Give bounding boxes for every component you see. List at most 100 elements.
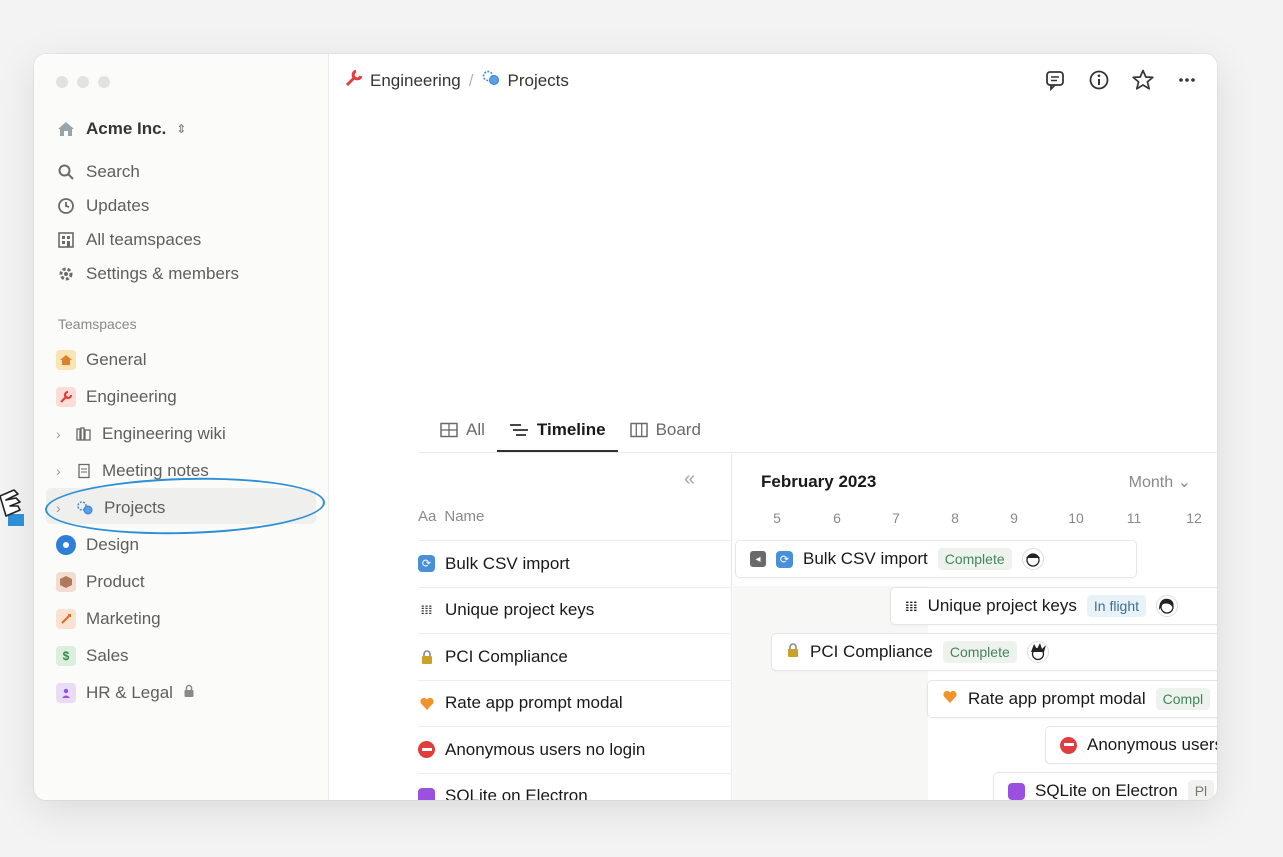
sidebar-item-label: Updates [86,196,150,215]
comment-icon[interactable] [1043,68,1067,92]
maximize-window-button[interactable] [98,76,110,88]
table-row[interactable]: SQLite on Electron [418,772,732,800]
sidebar-item-search[interactable]: Search [56,159,140,185]
avatar [1021,548,1044,570]
breadcrumb-current[interactable]: Projects [507,71,568,91]
page-actions [1043,68,1199,92]
lock-icon [183,683,195,703]
chevron-right-icon[interactable]: › [56,463,66,479]
sidebar: Acme Inc. ⇕ Search Updates All teamspace… [34,54,329,800]
gear-icon [56,264,76,284]
tab-board[interactable]: Board [618,416,713,452]
heart-icon [942,689,958,709]
tab-timeline[interactable]: Timeline [496,416,618,452]
timeline-month: February 2023 [761,472,877,491]
table-row[interactable]: 𝍖 Unique project keys [418,586,732,634]
person-icon [56,683,76,703]
sidebar-item-settings[interactable]: Settings & members [56,261,239,287]
chevron-down-icon: ⌄ [1177,474,1191,491]
lock-icon [418,648,435,665]
sidebar-item-hr-legal[interactable]: HR & Legal [56,680,195,706]
row-name: Rate app prompt modal [445,693,623,713]
tab-all[interactable]: All [428,416,497,452]
timeline-bar[interactable]: PCI Compliance Complete [771,633,1217,671]
info-icon[interactable] [1087,68,1111,92]
sidebar-item-engineering[interactable]: Engineering [56,384,177,410]
sidebar-item-label: All teamspaces [86,230,202,249]
name-column-header[interactable]: Aa Name [418,508,484,525]
timeline-days: 5 6 7 8 9 10 11 12 [733,510,1217,530]
sidebar-item-design[interactable]: Design [56,532,139,558]
day-label: 10 [1068,510,1084,526]
sidebar-item-label: Product [86,572,145,591]
clock-icon [56,196,76,216]
row-name: Unique project keys [445,600,595,620]
star-icon[interactable] [1131,68,1155,92]
sidebar-item-engineering-wiki[interactable]: › Engineering wiki [56,421,226,447]
table-row[interactable]: ⟳ Bulk CSV import [418,540,732,587]
sync-icon: ⟳ [418,555,435,573]
table-row[interactable]: PCI Compliance [418,633,732,680]
sidebar-item-label: Sales [86,646,129,665]
table-icon [440,422,458,438]
minimize-window-button[interactable] [77,76,89,88]
day-label: 5 [773,510,781,526]
timeline-zoom-select[interactable]: Month ⌄ [1129,472,1191,492]
timeline-bar[interactable]: Rate app prompt modal Compl [927,680,1217,718]
drag-handle-icon[interactable]: ◂ [750,551,766,567]
sidebar-item-product[interactable]: Product [56,569,145,595]
sync-icon: ⟳ [776,550,793,568]
workspace-switcher[interactable]: Acme Inc. ⇕ [56,116,186,142]
close-window-button[interactable] [56,76,68,88]
piano-keys-icon: 𝍖 [905,597,918,614]
status-badge: Complete [937,548,1012,570]
house-icon [56,350,76,370]
pointer-hand-icon [0,489,24,526]
view-tabs: All Timeline Board [428,416,713,452]
day-label: 12 [1186,510,1202,526]
timeline-bar[interactable]: Anonymous users [1045,726,1217,764]
workspace-name: Acme Inc. [86,119,167,138]
chevron-updown-icon: ⇕ [176,122,187,136]
timeline-bar[interactable]: 𝍖 Unique project keys In flight [890,587,1217,625]
bar-name: PCI Compliance [810,642,933,661]
lock-icon [786,642,800,663]
tab-label: Board [655,420,701,439]
table-row[interactable]: Rate app prompt modal [418,679,732,727]
timeline-view: February 2023 Month ⌄ 5 6 7 8 9 10 11 12… [733,454,1217,800]
rocket-icon [56,609,76,629]
palette-icon [56,535,76,555]
sidebar-item-sales[interactable]: $ Sales [56,643,129,669]
building-icon [56,230,76,250]
tabs-divider [418,452,1217,453]
tab-label: All [466,420,485,439]
table-row[interactable]: Anonymous users no login [418,726,732,773]
bar-name: Bulk CSV import [803,549,928,568]
sidebar-item-updates[interactable]: Updates [56,193,149,219]
chevron-right-icon[interactable]: › [56,426,66,442]
sidebar-item-label: Marketing [86,609,161,628]
notepad-icon [76,461,92,481]
breadcrumb-parent[interactable]: Engineering [370,71,461,91]
sidebar-item-general[interactable]: General [56,347,146,373]
no-entry-icon [418,741,435,759]
bar-name: Anonymous users [1087,735,1217,754]
no-entry-icon [1060,736,1077,754]
sidebar-item-marketing[interactable]: Marketing [56,606,161,632]
sidebar-item-all-teamspaces[interactable]: All teamspaces [56,227,201,253]
app-window: Acme Inc. ⇕ Search Updates All teamspace… [34,54,1217,800]
status-badge: Complete [942,641,1017,663]
timeline-bar[interactable]: SQLite on Electron Pl [993,772,1217,800]
sidebar-item-label: General [86,350,147,369]
row-name: PCI Compliance [445,646,568,666]
row-name: SQLite on Electron [445,786,588,800]
bar-name: Unique project keys [927,596,1077,615]
window-controls [56,76,110,88]
more-options-icon[interactable] [1175,68,1199,92]
day-label: 11 [1126,510,1142,526]
collapse-panel-icon[interactable]: « [684,468,695,491]
timeline-bar[interactable]: ◂ ⟳ Bulk CSV import Complete [735,540,1137,578]
status-badge: Pl [1187,780,1215,800]
bar-name: Rate app prompt modal [968,689,1146,708]
row-name: Anonymous users no login [445,739,646,759]
